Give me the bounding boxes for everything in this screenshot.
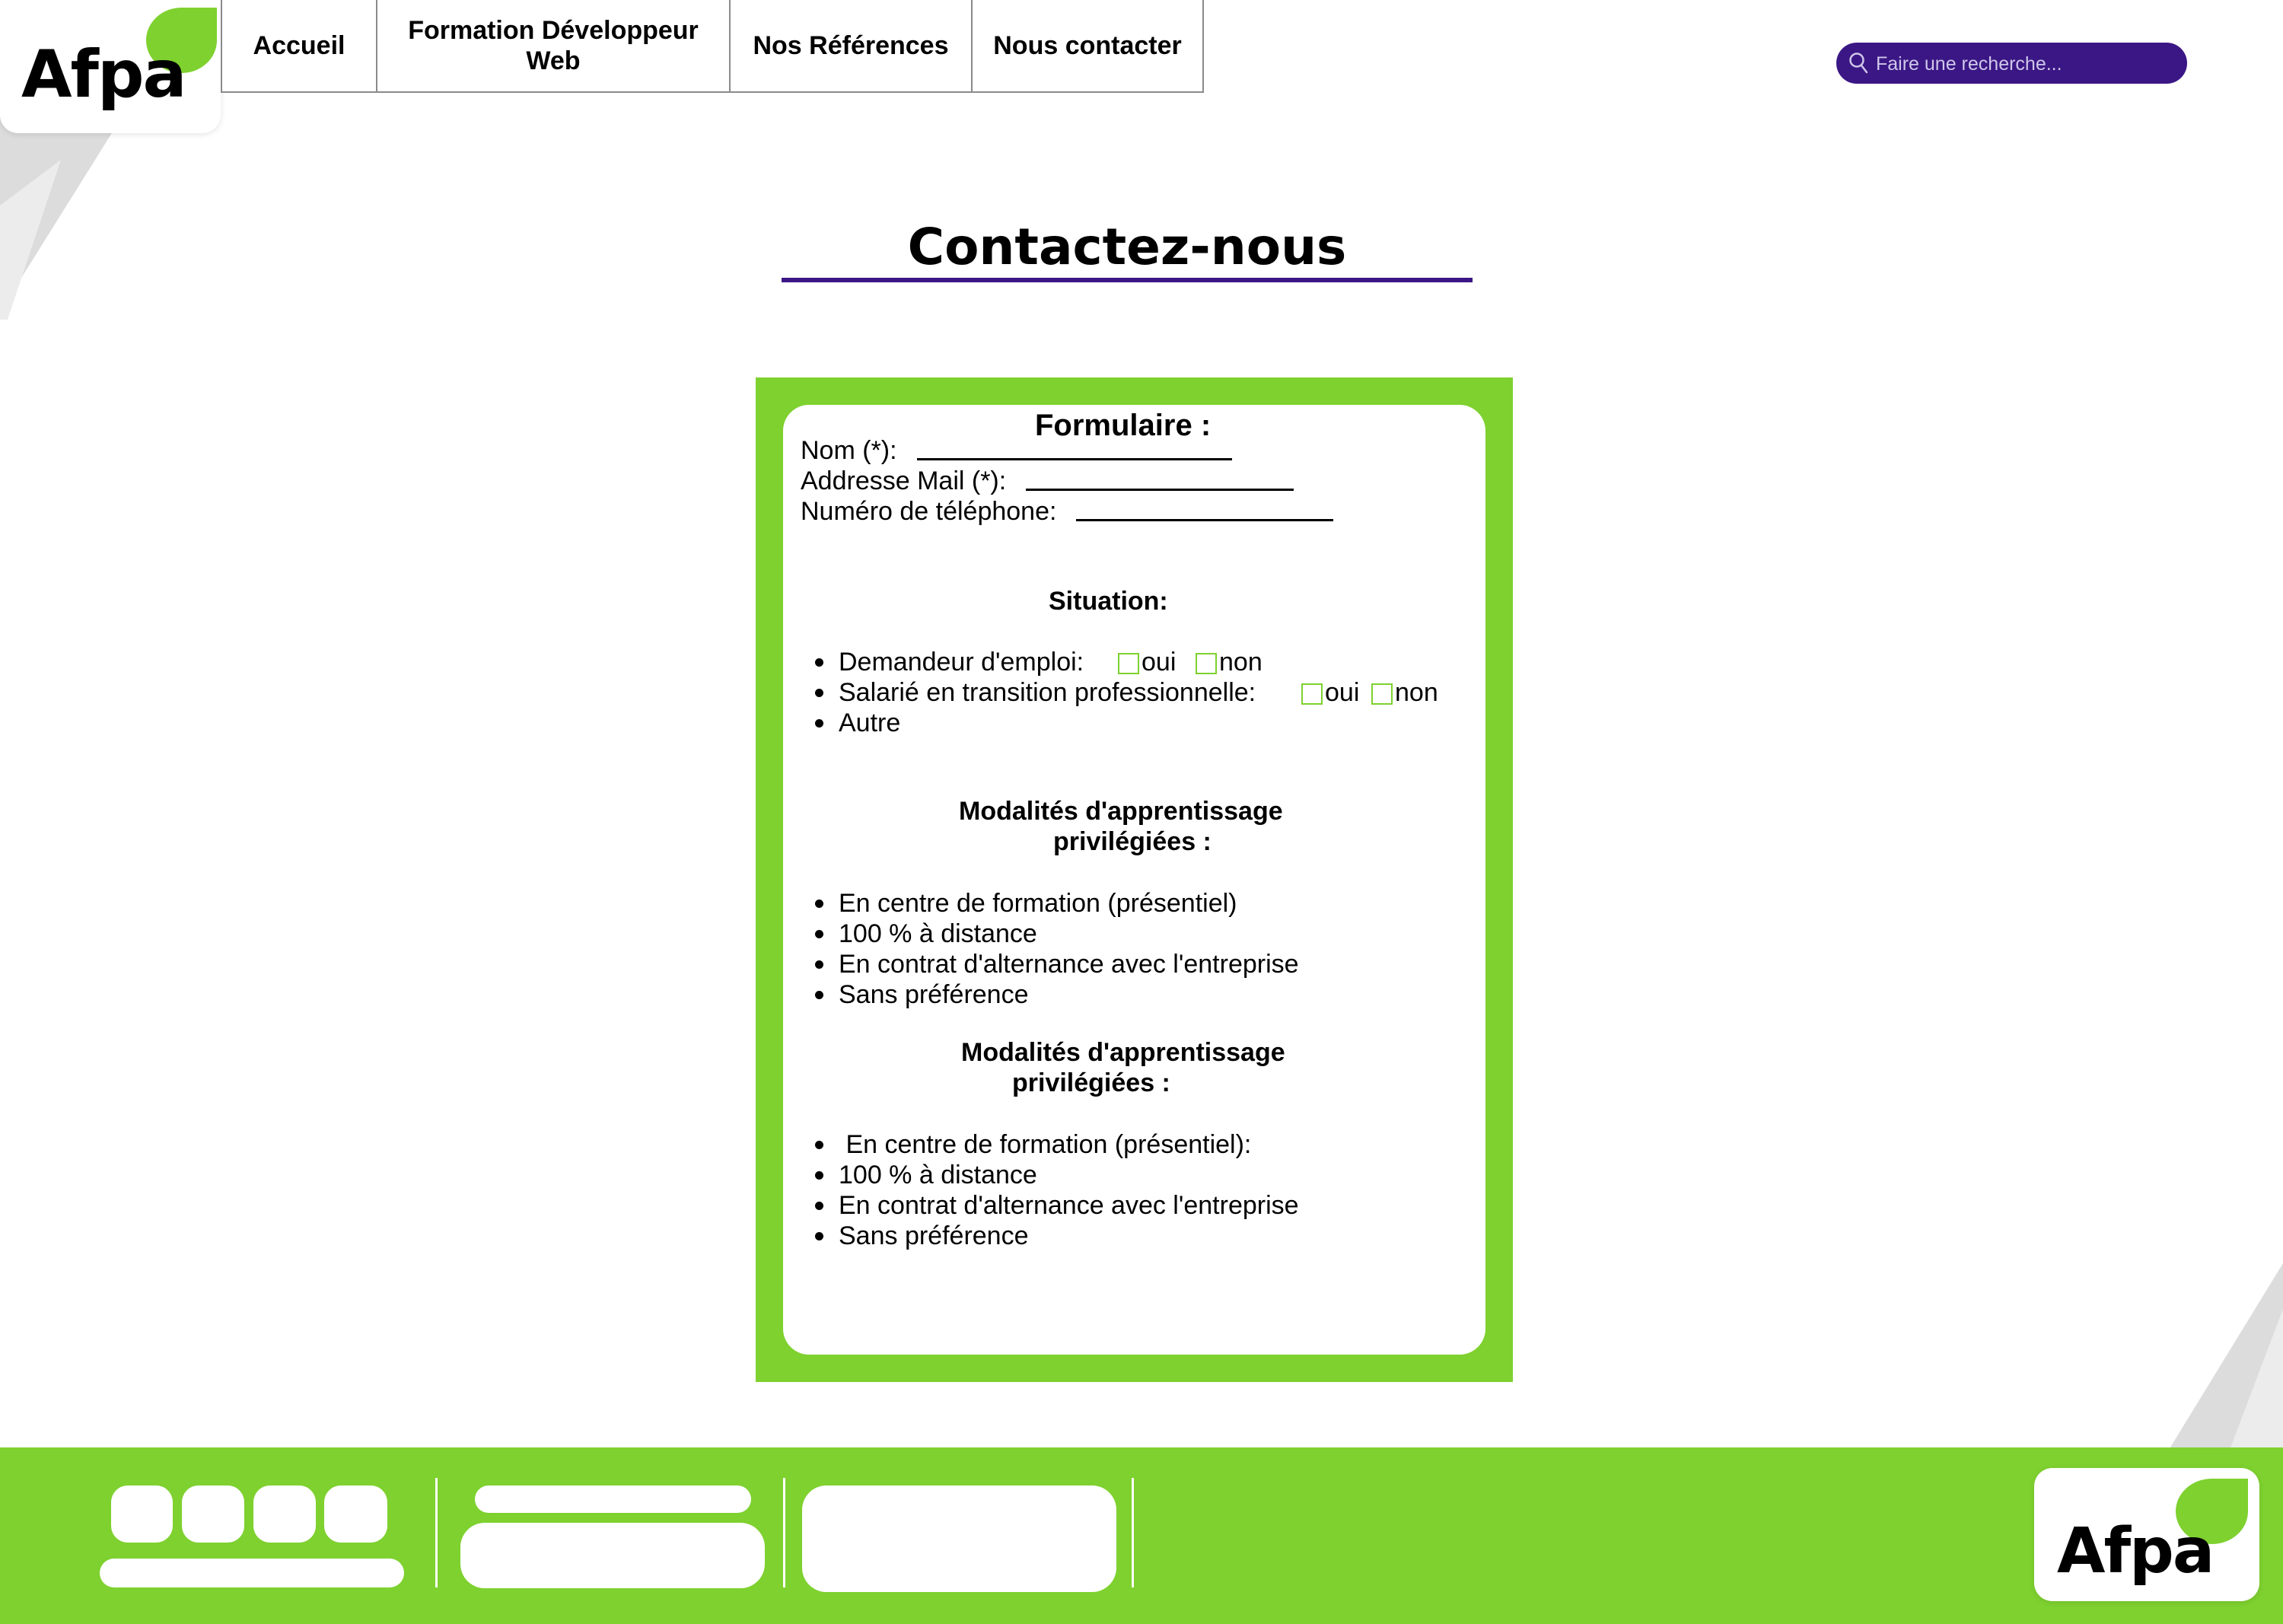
footer-placeholder-bar[interactable]: [100, 1559, 404, 1587]
footer-divider: [1132, 1478, 1134, 1587]
nav-label: Nos Références: [753, 31, 949, 60]
nav-formation-developpeur-web[interactable]: Formation Développeur Web: [376, 0, 731, 93]
email-label: Addresse Mail (*):: [801, 467, 1007, 495]
form-heading: Formulaire :: [1035, 409, 1212, 442]
list-item: En centre de formation (présentiel): [839, 889, 1237, 918]
bullet: [815, 1171, 823, 1180]
modalites-heading: Modalités d'apprentissage: [959, 797, 1283, 826]
list-item: 100 % à distance: [839, 919, 1037, 948]
background-shape-top-left: [0, 114, 114, 320]
situation-heading: Situation:: [1049, 587, 1168, 616]
phone-field[interactable]: [1076, 519, 1333, 521]
background-shape-bottom-right: [2169, 1263, 2283, 1450]
option-oui: oui: [1325, 678, 1360, 707]
list-item: 100 % à distance: [839, 1161, 1037, 1189]
title-underline: [782, 278, 1473, 282]
checkbox-transition-non[interactable]: [1371, 683, 1393, 705]
footer-divider: [435, 1478, 438, 1587]
list-item: Sans préférence: [839, 980, 1029, 1009]
bullet: [815, 1202, 823, 1210]
footer-logo[interactable]: Afpa: [2034, 1468, 2259, 1601]
list-item: En centre de formation (présentiel):: [839, 1130, 1252, 1159]
search-input[interactable]: [1874, 43, 2174, 85]
footer-placeholder-block[interactable]: [460, 1523, 765, 1588]
nav-label-line2: Web: [526, 46, 581, 75]
footer-placeholder-block[interactable]: [324, 1485, 387, 1543]
bullet: [815, 1141, 823, 1149]
nav-nous-contacter[interactable]: Nous contacter: [971, 0, 1204, 93]
modalites-heading: privilégiées :: [1012, 1068, 1170, 1097]
option-non: non: [1219, 648, 1262, 677]
checkbox-transition-oui[interactable]: [1301, 683, 1323, 705]
logo-text: Afpa: [2057, 1515, 2215, 1587]
checkbox-demandeur-non[interactable]: [1196, 653, 1217, 674]
nav-label: Nous contacter: [993, 31, 1182, 60]
search-bar[interactable]: [1836, 43, 2187, 85]
option-oui: oui: [1142, 648, 1177, 677]
modalites-heading: Modalités d'apprentissage: [961, 1038, 1285, 1067]
footer-placeholder-bar[interactable]: [475, 1485, 751, 1513]
footer-placeholder-block[interactable]: [253, 1485, 316, 1543]
list-item: En contrat d'alternance avec l'entrepris…: [839, 1191, 1299, 1220]
header-logo[interactable]: Afpa: [0, 0, 221, 133]
name-field[interactable]: [917, 458, 1232, 460]
nav-label-line1: Formation Développeur: [408, 16, 699, 45]
bullet: [815, 930, 823, 938]
footer-placeholder-block[interactable]: [182, 1485, 244, 1543]
footer-placeholder-block[interactable]: [111, 1485, 173, 1543]
page-title: Contactez-nous: [907, 218, 1347, 276]
bullet: [815, 900, 823, 908]
search-icon: [1849, 53, 1868, 74]
bullet: [815, 991, 823, 999]
situation-item-label: Autre: [839, 709, 901, 737]
logo-text: Afpa: [21, 37, 187, 113]
bullet: [815, 719, 823, 728]
footer-divider: [783, 1478, 785, 1587]
situation-item-label: Demandeur d'emploi:: [839, 648, 1084, 677]
option-non: non: [1395, 678, 1438, 707]
nav-nos-references[interactable]: Nos Références: [729, 0, 973, 93]
phone-label: Numéro de téléphone:: [801, 497, 1057, 526]
modalites-heading: privilégiées :: [1053, 827, 1212, 856]
bullet: [815, 689, 823, 697]
email-field[interactable]: [1026, 489, 1294, 491]
bullet: [815, 658, 823, 667]
list-item: Sans préférence: [839, 1221, 1029, 1250]
bullet: [815, 1232, 823, 1240]
bullet: [815, 960, 823, 969]
nav-accueil[interactable]: Accueil: [221, 0, 377, 93]
list-item: En contrat d'alternance avec l'entrepris…: [839, 950, 1299, 979]
checkbox-demandeur-oui[interactable]: [1118, 653, 1139, 674]
footer-placeholder-block[interactable]: [802, 1485, 1116, 1592]
nav-label: Accueil: [253, 31, 345, 60]
situation-item-label: Salarié en transition professionnelle:: [839, 678, 1256, 707]
name-label: Nom (*):: [801, 436, 897, 465]
